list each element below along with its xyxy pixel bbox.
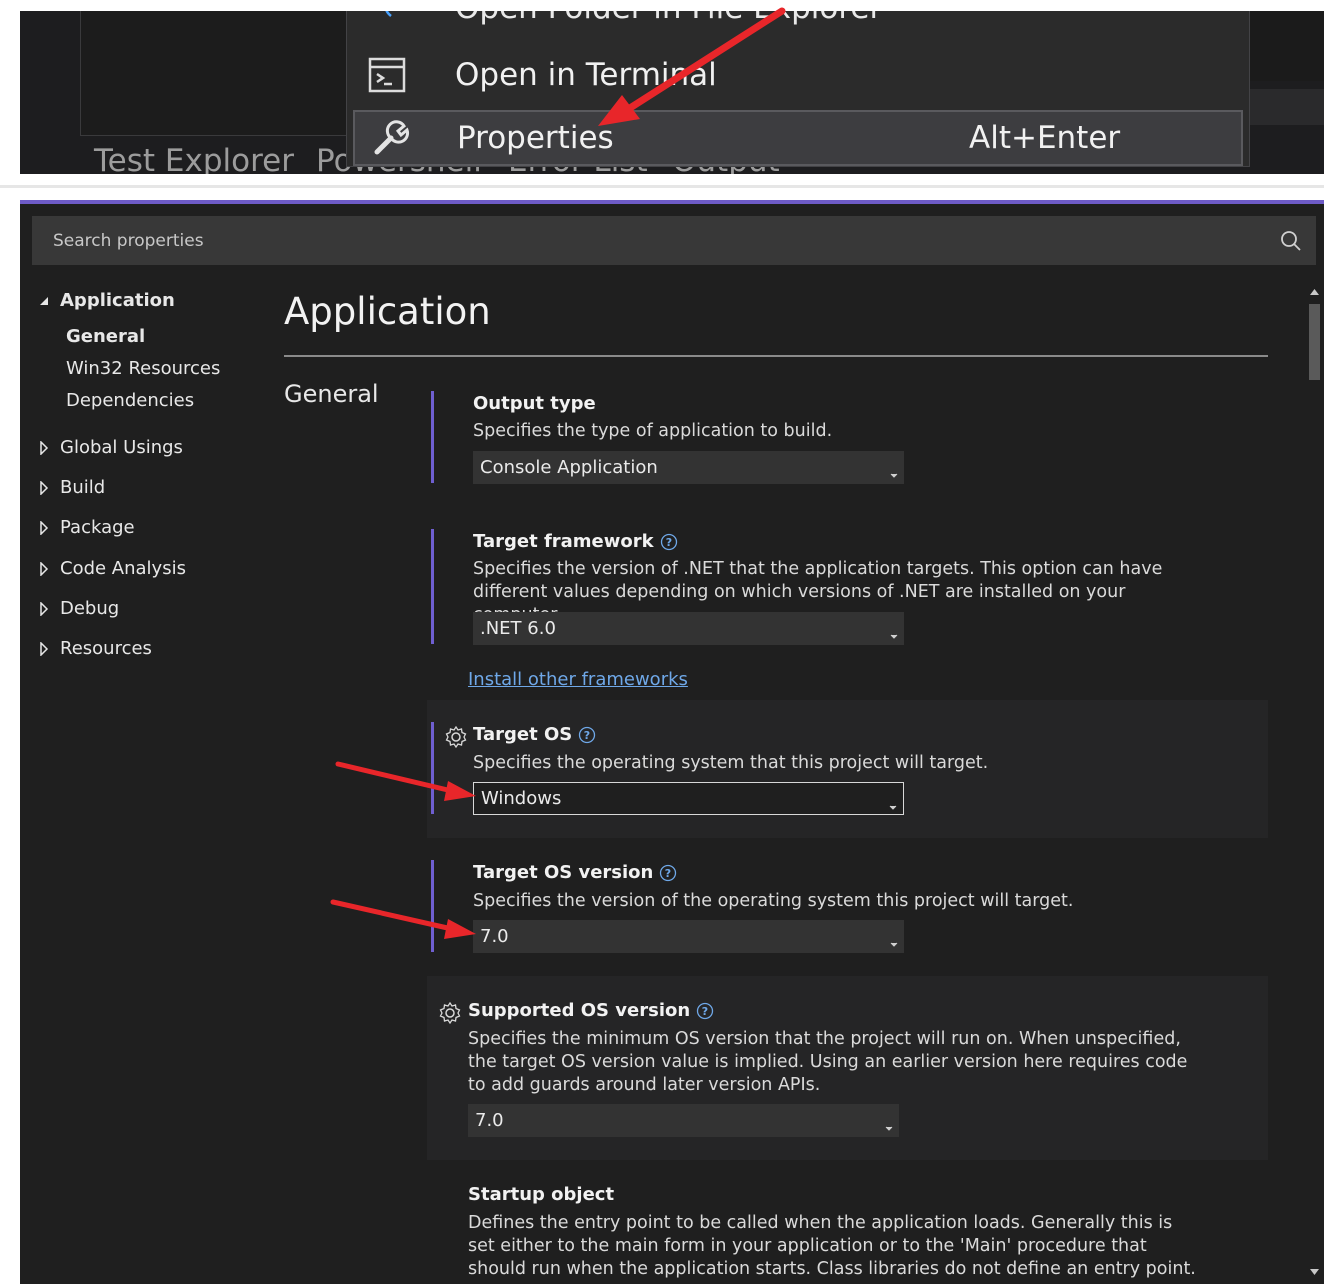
output-type-dropdown[interactable]: Console Application bbox=[473, 451, 904, 484]
svg-text:?: ? bbox=[665, 536, 671, 549]
caret-collapsed-icon bbox=[34, 641, 54, 656]
nav-item-global-usings[interactable]: Global Usings bbox=[34, 437, 183, 458]
prop-target-os-version-desc: Specifies the version of the operating s… bbox=[473, 891, 1074, 911]
help-icon[interactable]: ? bbox=[578, 726, 596, 744]
dropdown-value: .NET 6.0 bbox=[480, 618, 556, 639]
nav-item-label: Global Usings bbox=[60, 437, 183, 458]
nav-item-dependencies[interactable]: Dependencies bbox=[66, 390, 194, 411]
editor-pane bbox=[80, 11, 350, 136]
help-icon[interactable]: ? bbox=[696, 1002, 714, 1020]
prop-supported-os-version-desc: Specifies the minimum OS version that th… bbox=[468, 1029, 1188, 1095]
prop-name-label: Supported OS version bbox=[468, 1000, 691, 1021]
nav-item-build[interactable]: Build bbox=[34, 477, 105, 498]
properties-panel: Application General Win32 Resources Depe… bbox=[20, 200, 1324, 1284]
nav-item-label: Application bbox=[60, 290, 175, 311]
nav-item-label: Resources bbox=[60, 638, 152, 659]
prop-target-os-desc: Specifies the operating system that this… bbox=[473, 753, 989, 773]
prop-target-framework-name: Target framework ? bbox=[473, 531, 678, 552]
chevron-down-icon bbox=[889, 795, 897, 816]
gear-icon bbox=[445, 725, 467, 752]
context-menu-snippet: Test Explorer Powershell Error List Outp… bbox=[20, 11, 1324, 174]
accent-line bbox=[431, 529, 434, 644]
title-divider bbox=[284, 355, 1268, 357]
help-icon[interactable]: ? bbox=[659, 864, 677, 882]
search-input[interactable] bbox=[32, 216, 1266, 265]
caret-collapsed-icon bbox=[34, 480, 54, 495]
nav-item-application[interactable]: Application bbox=[34, 290, 175, 311]
scrollbar[interactable] bbox=[1304, 284, 1324, 1284]
dropdown-value: 7.0 bbox=[475, 1110, 504, 1131]
page-title: Application bbox=[284, 290, 491, 333]
search-icon[interactable] bbox=[1266, 230, 1316, 252]
nav-item-label: Code Analysis bbox=[60, 558, 186, 579]
chevron-down-icon bbox=[885, 1116, 893, 1137]
menu-item-label: Open in Terminal bbox=[455, 57, 717, 93]
prop-output-type-name: Output type bbox=[473, 393, 596, 414]
caret-collapsed-icon bbox=[34, 601, 54, 616]
nav-item-label: Debug bbox=[60, 598, 120, 619]
folder-icon bbox=[347, 11, 427, 18]
nav-item-label: Build bbox=[60, 477, 106, 498]
menu-item-properties[interactable]: Properties Alt+Enter bbox=[353, 110, 1243, 166]
supported-os-version-dropdown[interactable]: 7.0 bbox=[468, 1104, 899, 1137]
shortcut-label: Alt+Enter bbox=[969, 120, 1121, 156]
chevron-down-icon bbox=[890, 463, 898, 484]
help-icon[interactable]: ? bbox=[660, 533, 678, 551]
prop-name-label: Target framework bbox=[473, 531, 654, 552]
nav-item-win32-resources[interactable]: Win32 Resources bbox=[66, 358, 220, 379]
prop-output-type-desc: Specifies the type of application to bui… bbox=[473, 421, 833, 441]
chevron-down-icon bbox=[890, 624, 898, 645]
prop-target-os-version-name: Target OS version ? bbox=[473, 862, 677, 883]
prop-target-os-name: Target OS ? bbox=[473, 724, 596, 745]
target-os-dropdown[interactable]: Windows bbox=[473, 782, 904, 815]
wrench-icon bbox=[355, 118, 427, 158]
scroll-down-icon[interactable] bbox=[1309, 1268, 1320, 1276]
side-pane-bar bbox=[1250, 89, 1324, 125]
nav-item-code-analysis[interactable]: Code Analysis bbox=[34, 558, 186, 579]
menu-item-label: Properties bbox=[457, 120, 614, 156]
section-label: General bbox=[284, 380, 379, 408]
scrollbar-thumb[interactable] bbox=[1309, 304, 1320, 380]
install-frameworks-link[interactable]: Install other frameworks bbox=[468, 669, 688, 690]
target-os-version-dropdown[interactable]: 7.0 bbox=[473, 920, 904, 953]
menu-item-label: Open Folder in File Explorer bbox=[455, 11, 882, 26]
context-menu: Open Folder in File Explorer Open in Ter… bbox=[346, 11, 1250, 167]
menu-item-open-in-terminal[interactable]: Open in Terminal bbox=[347, 50, 1249, 100]
gear-icon bbox=[439, 1001, 461, 1028]
terminal-icon bbox=[347, 57, 427, 93]
dropdown-value: 7.0 bbox=[480, 926, 509, 947]
caret-collapsed-icon bbox=[34, 520, 54, 535]
search-bar bbox=[32, 216, 1316, 265]
svg-text:?: ? bbox=[665, 867, 671, 880]
caret-collapsed-icon bbox=[34, 440, 54, 455]
caret-collapsed-icon bbox=[34, 561, 54, 576]
chevron-down-icon bbox=[890, 932, 898, 953]
tab-test-explorer[interactable]: Test Explorer bbox=[94, 143, 294, 174]
caret-expanded-icon bbox=[34, 296, 54, 306]
accent-line bbox=[431, 860, 434, 952]
dropdown-value: Windows bbox=[481, 788, 562, 809]
target-framework-dropdown[interactable]: .NET 6.0 bbox=[473, 612, 904, 645]
accent-line bbox=[431, 722, 434, 814]
scroll-up-icon[interactable] bbox=[1309, 288, 1320, 296]
prop-startup-object-name: Startup object bbox=[468, 1184, 615, 1205]
side-pane bbox=[1250, 11, 1324, 81]
nav-item-package[interactable]: Package bbox=[34, 517, 135, 538]
nav-item-general[interactable]: General bbox=[66, 326, 145, 347]
svg-text:?: ? bbox=[702, 1005, 708, 1018]
menu-item-open-folder[interactable]: Open Folder in File Explorer bbox=[347, 11, 1249, 28]
dropdown-value: Console Application bbox=[480, 457, 658, 478]
nav-item-debug[interactable]: Debug bbox=[34, 598, 119, 619]
nav-item-resources[interactable]: Resources bbox=[34, 638, 152, 659]
divider bbox=[0, 185, 1324, 188]
nav-item-label: Package bbox=[60, 517, 135, 538]
prop-name-label: Target OS bbox=[473, 724, 573, 745]
accent-line bbox=[431, 391, 434, 483]
prop-startup-object-desc: Defines the entry point to be called whe… bbox=[468, 1213, 1196, 1279]
prop-supported-os-version-name: Supported OS version ? bbox=[468, 1000, 714, 1021]
prop-name-label: Target OS version bbox=[473, 862, 654, 883]
svg-text:?: ? bbox=[584, 729, 590, 742]
